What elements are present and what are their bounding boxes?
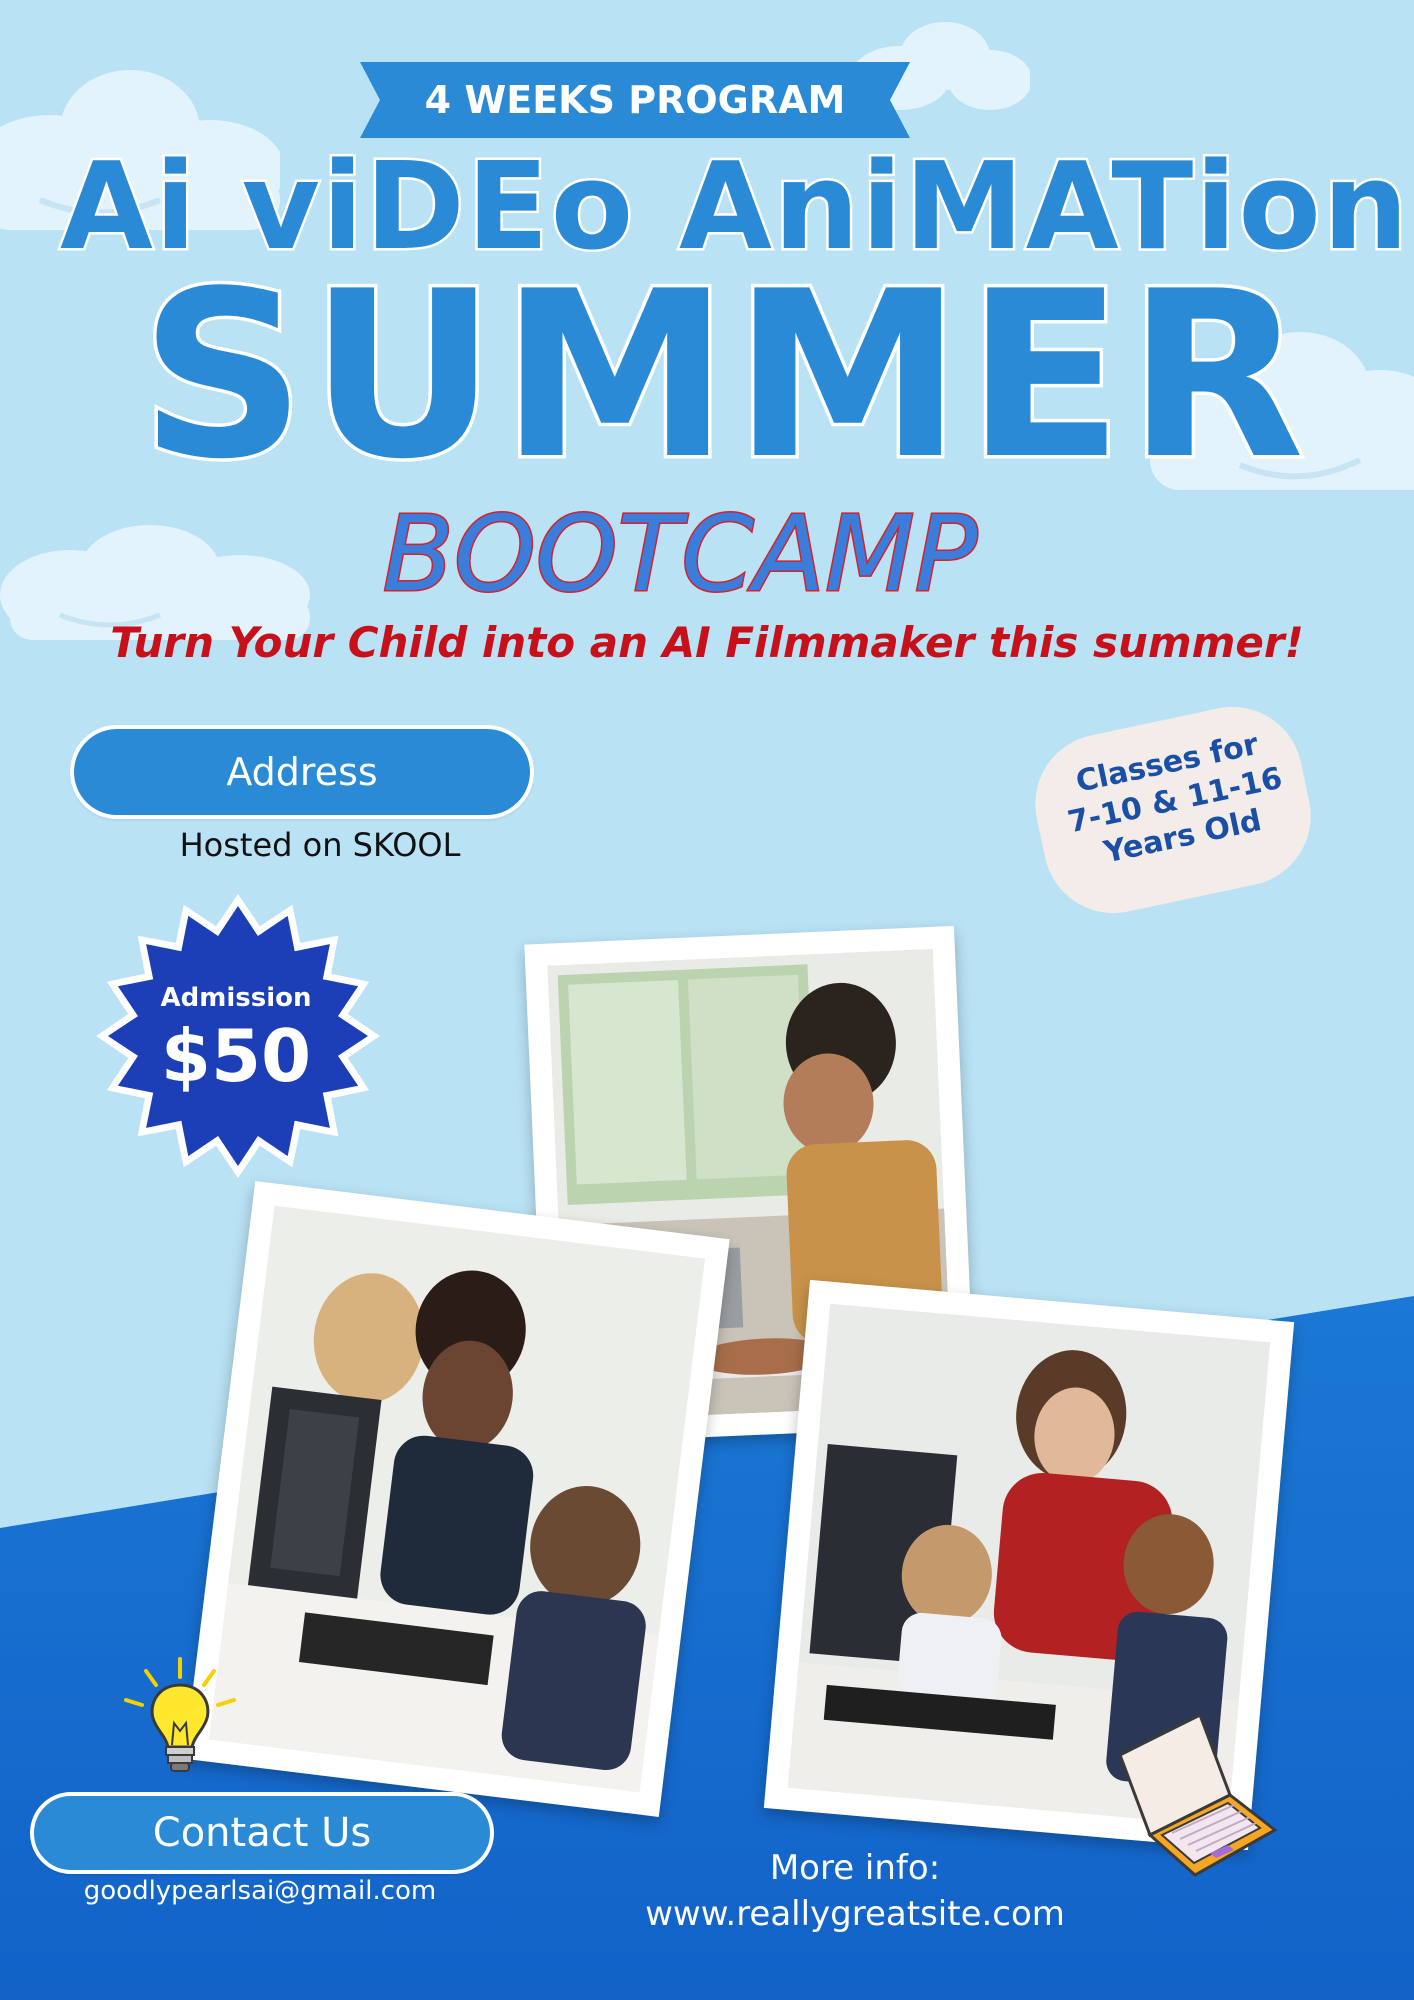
admission-label: Admission: [160, 983, 312, 1013]
photo-kids-computer: [184, 1181, 730, 1817]
title-summer: SUMMER: [137, 243, 1309, 510]
poster: 4 WEEKS PROGRAM Ai viDEo AniMATion SUMME…: [0, 0, 1414, 2000]
contact-email[interactable]: goodlypearlsai@gmail.com: [40, 1876, 480, 1906]
address-pill: Address: [70, 725, 534, 819]
program-duration-text: 4 WEEKS PROGRAM: [424, 78, 846, 122]
admission-price: $50: [160, 1014, 312, 1098]
more-info-url[interactable]: www.reallygreatsite.com: [600, 1892, 1110, 1938]
lightbulb-icon: [124, 1657, 236, 1772]
more-info: More info: www.reallygreatsite.com: [600, 1846, 1110, 1938]
address-value: Hosted on SKOOL: [179, 826, 461, 864]
more-info-label: More info:: [769, 1848, 941, 1888]
contact-us-button[interactable]: Contact Us: [30, 1792, 494, 1874]
title-bootcamp: BOOTCAMP: [381, 493, 979, 615]
laptop-icon: [1118, 1715, 1278, 1877]
tagline: Turn Your Child into an AI Filmmaker thi…: [110, 618, 1304, 667]
